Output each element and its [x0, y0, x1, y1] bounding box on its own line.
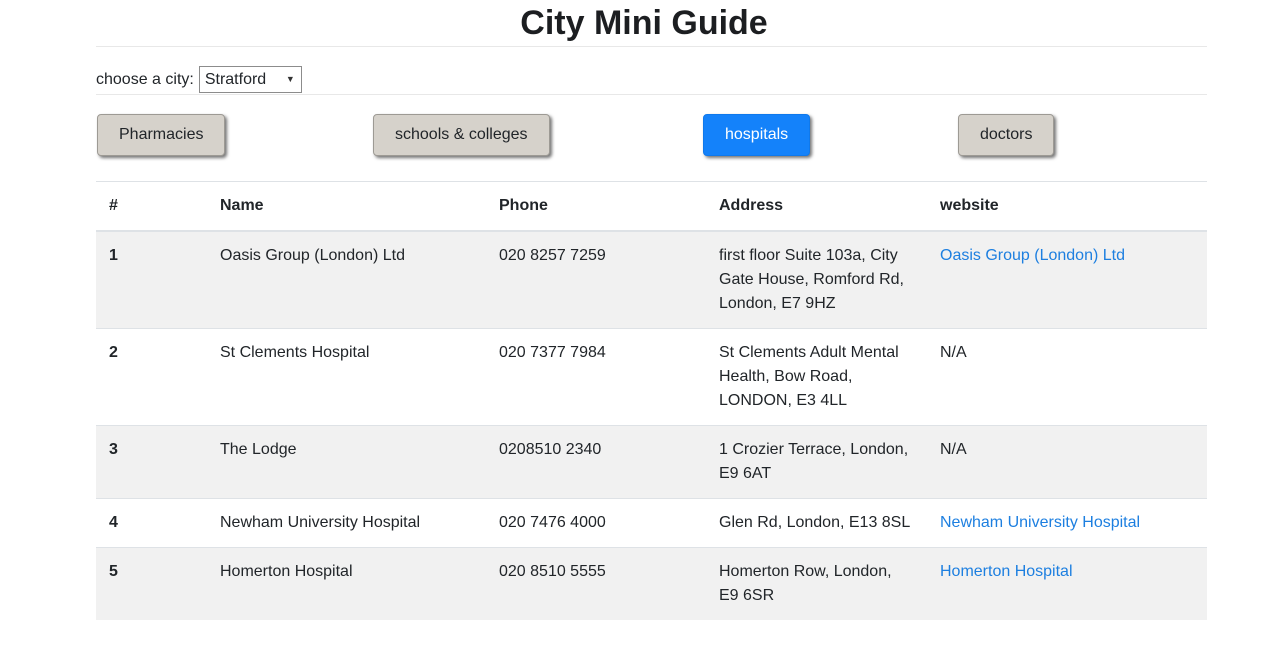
table-row: 4Newham University Hospital020 7476 4000… [96, 499, 1207, 548]
main-content: choose a city: Stratford ▼ Pharmacies sch… [96, 46, 1207, 620]
column-header-address: Address [706, 182, 927, 232]
city-select[interactable]: Stratford [199, 66, 302, 93]
page-title: City Mini Guide [0, 0, 1288, 46]
category-button-hospitals[interactable]: hospitals [703, 114, 810, 156]
address-cell: Glen Rd, London, E13 8SL [706, 499, 927, 548]
website-cell: Homerton Hospital [927, 548, 1207, 621]
table-row: 3The Lodge0208510 23401 Crozier Terrace,… [96, 426, 1207, 499]
column-header-website: website [927, 182, 1207, 232]
name-cell: Oasis Group (London) Ltd [207, 231, 486, 329]
address-cell: 1 Crozier Terrace, London, E9 6AT [706, 426, 927, 499]
name-cell: St Clements Hospital [207, 329, 486, 426]
phone-cell: 020 8257 7259 [486, 231, 706, 329]
address-cell: first floor Suite 103a, City Gate House,… [706, 231, 927, 329]
category-button-schools-colleges[interactable]: schools & colleges [373, 114, 550, 156]
table-row: 5Homerton Hospital020 8510 5555Homerton … [96, 548, 1207, 621]
row-number-cell: 3 [96, 426, 207, 499]
website-na: N/A [940, 344, 967, 361]
phone-cell: 020 7377 7984 [486, 329, 706, 426]
city-selector-row: choose a city: Stratford ▼ [96, 65, 1207, 94]
website-link[interactable]: Newham University Hospital [940, 514, 1140, 531]
phone-cell: 0208510 2340 [486, 426, 706, 499]
name-cell: Homerton Hospital [207, 548, 486, 621]
row-number-cell: 5 [96, 548, 207, 621]
category-button-doctors[interactable]: doctors [958, 114, 1054, 156]
website-na: N/A [940, 441, 967, 458]
table-row: 1Oasis Group (London) Ltd020 8257 7259fi… [96, 231, 1207, 329]
name-cell: Newham University Hospital [207, 499, 486, 548]
website-cell: Oasis Group (London) Ltd [927, 231, 1207, 329]
website-link[interactable]: Homerton Hospital [940, 563, 1073, 580]
address-cell: St Clements Adult Mental Health, Bow Roa… [706, 329, 927, 426]
column-header-number: # [96, 182, 207, 232]
category-button-row: Pharmacies schools & colleges hospitals doc… [96, 114, 1207, 156]
column-header-name: Name [207, 182, 486, 232]
website-cell: N/A [927, 329, 1207, 426]
city-selector-label: choose a city: [96, 71, 194, 89]
results-table: # Name Phone Address website 1Oasis Grou… [96, 181, 1207, 620]
column-header-phone: Phone [486, 182, 706, 232]
row-number-cell: 1 [96, 231, 207, 329]
divider-top [96, 46, 1207, 47]
table-row: 2St Clements Hospital020 7377 7984St Cle… [96, 329, 1207, 426]
website-link[interactable]: Oasis Group (London) Ltd [940, 247, 1125, 264]
row-number-cell: 4 [96, 499, 207, 548]
category-button-pharmacies[interactable]: Pharmacies [97, 114, 225, 156]
website-cell: Newham University Hospital [927, 499, 1207, 548]
divider-under-selector [96, 94, 1207, 95]
table-header-row: # Name Phone Address website [96, 182, 1207, 232]
phone-cell: 020 7476 4000 [486, 499, 706, 548]
website-cell: N/A [927, 426, 1207, 499]
city-select-wrap: Stratford ▼ [199, 66, 302, 93]
phone-cell: 020 8510 5555 [486, 548, 706, 621]
row-number-cell: 2 [96, 329, 207, 426]
name-cell: The Lodge [207, 426, 486, 499]
address-cell: Homerton Row, London, E9 6SR [706, 548, 927, 621]
